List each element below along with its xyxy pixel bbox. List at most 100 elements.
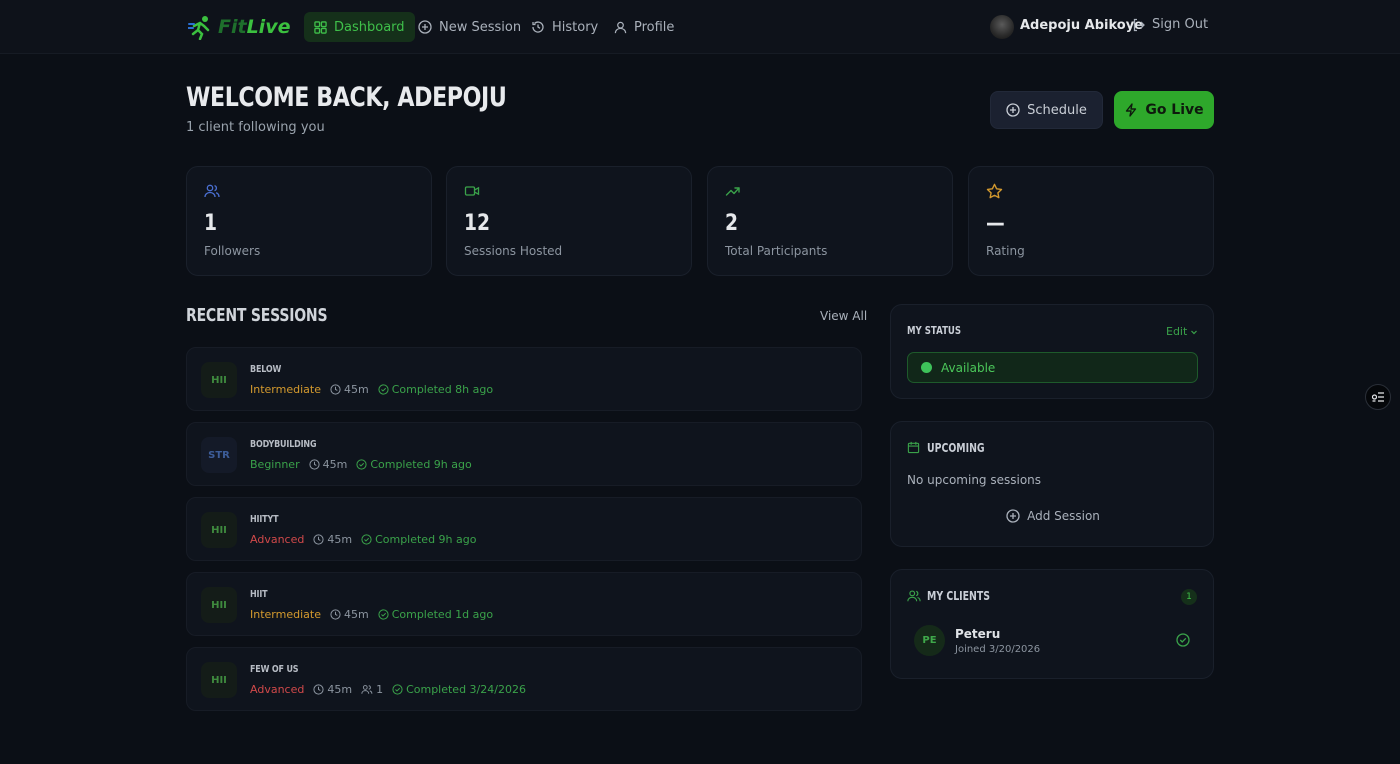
nav-dashboard[interactable]: Dashboard [304,12,415,42]
chevron-down-icon [1191,330,1198,334]
check-circle-icon [356,459,367,470]
session-row[interactable]: HII HIIT Intermediate 45m Completed 1d a… [186,572,862,636]
user-icon [614,21,627,33]
upcoming-empty-text: No upcoming sessions [907,473,1042,487]
upcoming-panel: UPCOMING No upcoming sessions Add Sessio… [890,421,1214,547]
go-live-button[interactable]: Go Live [1114,91,1214,129]
nav-label: New Session [439,19,522,35]
session-row[interactable]: HII FEW OF US Advanced 45m 1 Completed 3… [186,647,862,711]
stat-label: Total Participants [725,244,828,258]
session-row[interactable]: HII BELOW Intermediate 45m Completed 8h … [186,347,862,411]
add-session-button[interactable]: Add Session [891,509,1215,523]
nav-label: History [552,19,599,35]
user-name[interactable]: Adepoju Abikoye [1020,18,1143,33]
status-dot [921,362,932,373]
session-title: BELOW [250,364,282,375]
plus-circle-icon [418,20,432,34]
sign-out-button[interactable]: Sign Out [1132,17,1208,32]
add-session-label: Add Session [1027,509,1100,523]
stat-value: 1 [204,211,218,236]
plus-circle-icon [1006,509,1020,523]
session-title: FEW OF US [250,664,299,675]
trending-up-icon [725,187,740,196]
clock-icon [330,609,341,620]
stat-card-sessions: 12 Sessions Hosted [446,166,692,276]
session-title: HIITYT [250,514,279,525]
star-icon [986,183,1003,199]
session-level: Advanced [250,533,305,546]
nav-profile[interactable]: Profile [604,12,684,42]
stat-label: Rating [986,244,1025,258]
status-badge: Available [907,352,1198,383]
client-avatar[interactable]: PE [914,625,945,656]
nav-label: Profile [634,19,675,35]
plus-circle-icon [1006,103,1020,117]
session-level: Advanced [250,683,305,696]
session-type-badge: HII [201,662,237,698]
session-participants: 1 [361,683,383,696]
stat-label: Sessions Hosted [464,244,563,258]
check-circle-icon [392,684,403,695]
users-icon [204,184,220,198]
user-avatar[interactable] [990,15,1014,39]
upcoming-panel-title: UPCOMING [927,441,985,455]
schedule-button[interactable]: Schedule [990,91,1103,129]
edit-label: Edit [1166,325,1188,338]
session-meta: Advanced 45m Completed 9h ago [250,533,485,546]
stat-value: — [986,211,1005,236]
edit-status-button[interactable]: Edit [1166,325,1198,338]
client-joined: Joined 3/20/2026 [955,644,1041,655]
accessibility-settings-button[interactable] [1365,384,1391,410]
session-meta: Beginner 45m Completed 9h ago [250,458,481,471]
session-meta: Intermediate 45m Completed 1d ago [250,608,502,621]
session-title: HIIT [250,589,268,600]
stat-value: 12 [464,211,491,236]
logo[interactable]: FitLive [188,12,290,42]
check-circle-icon [378,609,389,620]
stat-card-followers: 1 Followers [186,166,432,276]
runner-logo-icon [188,16,210,40]
session-type-badge: HII [201,362,237,398]
session-level: Intermediate [250,383,321,396]
session-status: Completed 3/24/2026 [392,683,526,696]
session-status: Completed 9h ago [361,533,476,546]
session-title: BODYBUILDING [250,439,317,450]
session-duration: 45m [313,683,352,696]
session-status: Completed 8h ago [378,383,493,396]
sign-out-label: Sign Out [1152,17,1209,32]
status-panel-title: MY STATUS [907,324,962,337]
status-value: Available [941,360,996,375]
check-circle-icon [378,384,389,395]
lightning-icon [1126,103,1137,117]
session-level: Beginner [250,458,300,471]
session-meta: Advanced 45m 1 Completed 3/24/2026 [250,683,535,696]
session-row[interactable]: HII HIITYT Advanced 45m Completed 9h ago [186,497,862,561]
client-name[interactable]: Peteru [955,627,1000,641]
clock-icon [330,384,341,395]
session-duration: 45m [313,533,352,546]
schedule-label: Schedule [1027,102,1087,118]
settings-toggle-icon [1371,392,1384,402]
check-circle-icon [1176,633,1190,647]
stat-value: 2 [725,211,739,236]
session-type-badge: HII [201,512,237,548]
logo-text: FitLive [218,16,291,38]
stat-card-participants: 2 Total Participants [707,166,953,276]
clock-icon [309,459,320,470]
grid-icon [314,20,327,34]
session-status: Completed 1d ago [378,608,493,621]
nav-history[interactable]: History [521,12,608,42]
status-panel: MY STATUS Edit Available [890,304,1214,399]
video-icon [464,186,480,196]
session-duration: 45m [330,608,369,621]
users-icon [907,590,921,602]
clients-panel-title: MY CLIENTS [927,589,991,603]
session-type-badge: HII [201,587,237,623]
session-row[interactable]: STR BODYBUILDING Beginner 45m Completed … [186,422,862,486]
nav-label: Dashboard [334,19,405,35]
view-all-link[interactable]: View All [820,309,867,323]
top-nav: FitLive Dashboard New Session History Pr… [0,0,1400,54]
session-duration: 45m [309,458,347,471]
clock-icon [313,684,324,695]
nav-new-session[interactable]: New Session [408,12,531,42]
